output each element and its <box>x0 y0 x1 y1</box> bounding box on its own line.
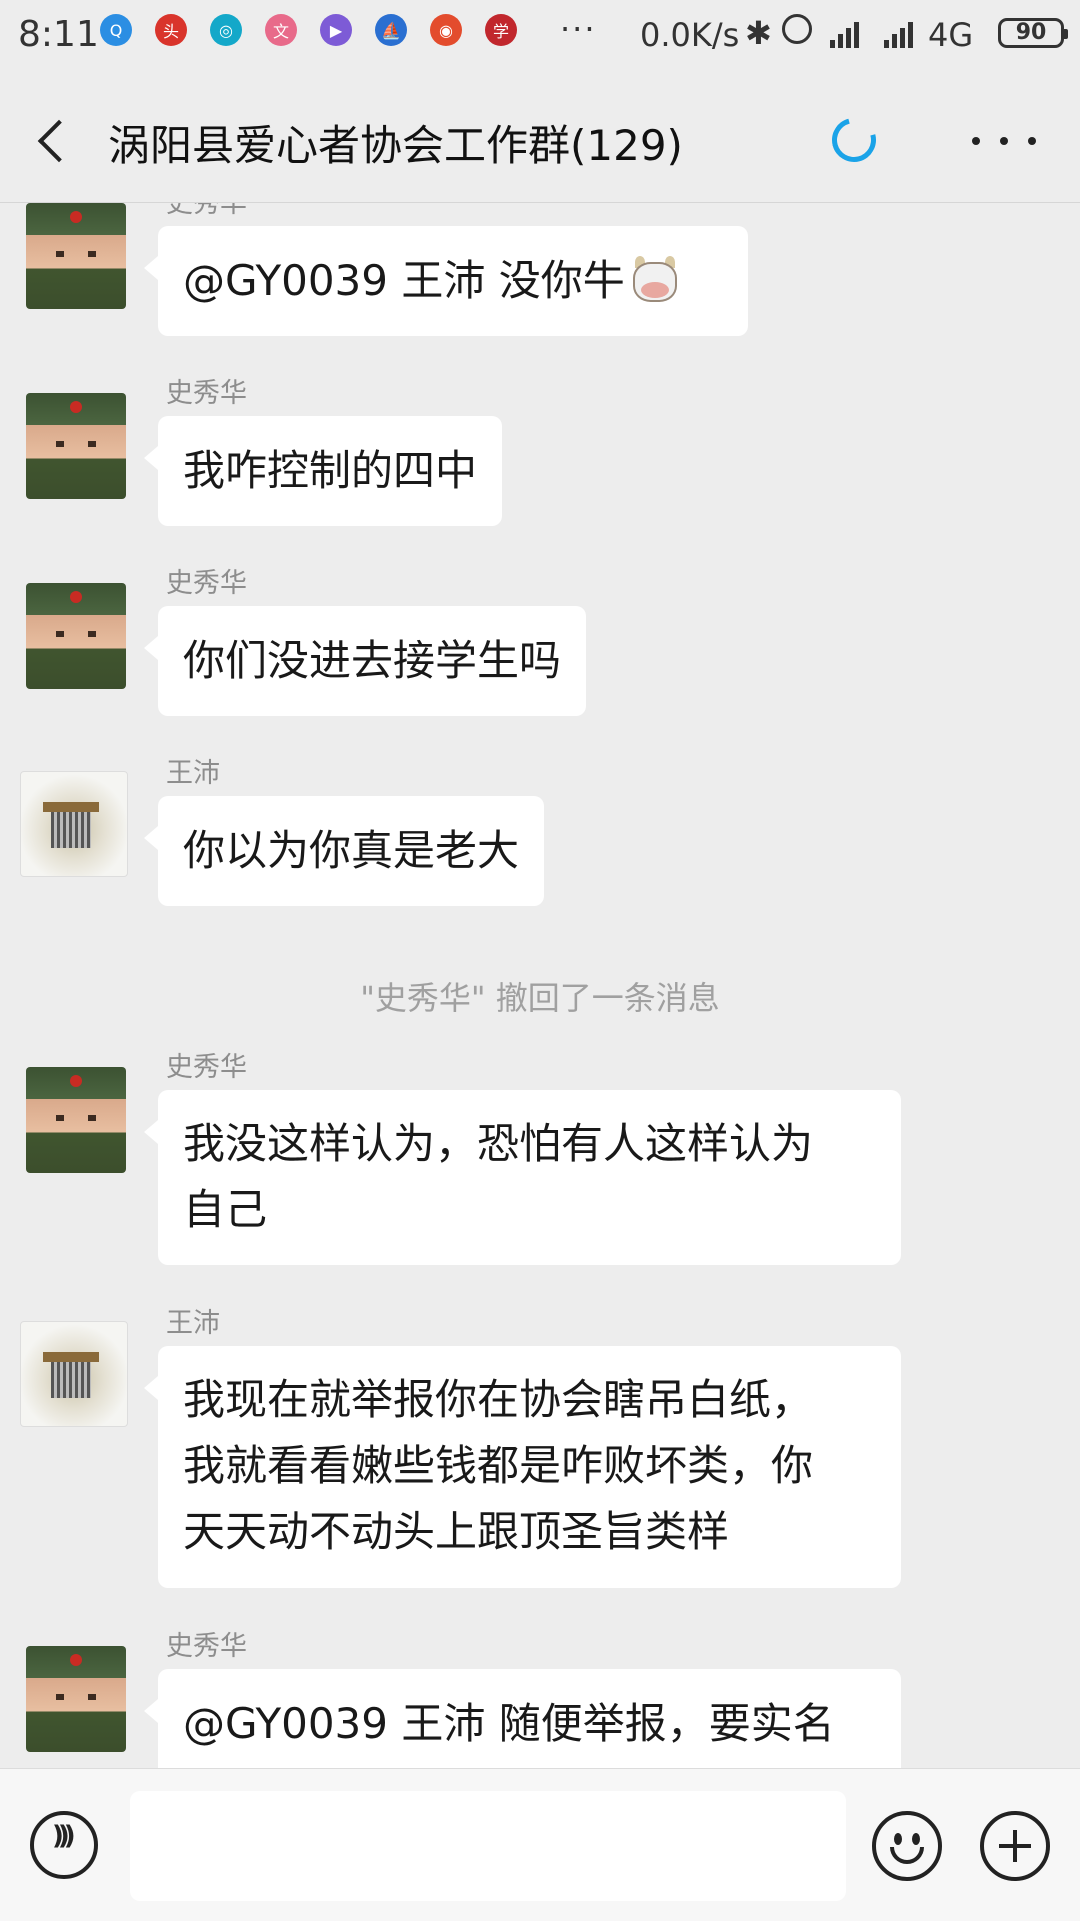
app-purple-icon: ▶ <box>320 14 352 46</box>
avatar[interactable] <box>26 1646 126 1752</box>
input-bar <box>0 1768 1080 1921</box>
message-text-line: 我没这样认为，恐怕有人这样认为 <box>183 1119 814 1168</box>
sender-name: 王沛 <box>166 1308 220 1339</box>
message-bubble[interactable]: 我没这样认为，恐怕有人这样认为 自己 <box>144 1090 901 1265</box>
sender-name: 王沛 <box>166 758 220 789</box>
message-bubble[interactable]: @GY0039 王沛 没你牛 <box>144 226 748 336</box>
status-bar: 8:11 Q 头 ◎ 文 ▶ ⛵ ◉ 学 ··· 0.0K/s ✱ 4G 90 <box>0 0 1080 76</box>
chat-header: 涡阳县爱心者协会工作群(129) <box>0 76 1080 203</box>
avatar[interactable] <box>26 203 126 309</box>
message-text: @GY0039 王沛 随便举报，要实名 <box>183 1699 835 1748</box>
battery-icon: 90 <box>998 18 1068 48</box>
dot <box>1028 137 1036 145</box>
dot <box>972 137 980 145</box>
bluetooth-icon: ✱ <box>745 14 772 52</box>
app-pink-icon: 文 <box>265 14 297 46</box>
emoji-button[interactable] <box>872 1811 942 1881</box>
message-input[interactable] <box>130 1791 846 1901</box>
cow-face-icon <box>629 255 681 304</box>
avatar[interactable] <box>26 583 126 689</box>
message-bubble[interactable]: 你们没进去接学生吗 <box>143 606 587 716</box>
message-text: 你们没进去接学生吗 <box>183 636 562 685</box>
message-text: 你以为你真是老大 <box>183 826 520 875</box>
app-red-icon: 头 <box>155 14 187 46</box>
message-text-line: 我就看看嫩些钱都是咋败坏类，你 <box>183 1441 814 1490</box>
back-button[interactable] <box>30 110 80 170</box>
app-seal-icon: 学 <box>485 14 517 46</box>
signal-icon <box>830 18 862 48</box>
message-text-line: 我现在就举报你在协会瞎吊白纸， <box>183 1375 814 1424</box>
message-bubble[interactable]: 你以为你真是老大 <box>143 796 545 906</box>
sender-name: 史秀华 <box>166 203 247 219</box>
message-text-line: 自己 <box>183 1185 268 1234</box>
loading-spinner-icon <box>823 109 885 171</box>
alarm-icon <box>782 14 812 44</box>
status-time: 8:11 <box>18 14 99 55</box>
message-text: @GY0039 王沛 没你牛 <box>183 256 625 305</box>
avatar[interactable] <box>26 1067 126 1173</box>
sender-name: 史秀华 <box>166 378 247 409</box>
message-bubble[interactable]: 我咋控制的四中 <box>143 416 503 526</box>
more-functions-button[interactable] <box>980 1811 1050 1881</box>
message-bubble[interactable]: @GY0039 王沛 随便举报，要实名 <box>144 1669 901 1768</box>
app-multi-icon: ◉ <box>430 14 462 46</box>
sender-name: 史秀华 <box>166 1631 247 1662</box>
message-bubble[interactable]: 我现在就举报你在协会瞎吊白纸， 我就看看嫩些钱都是咋败坏类，你 天天动不动头上跟… <box>144 1346 901 1588</box>
app-blue-icon: ⛵ <box>375 14 407 46</box>
message-list[interactable]: 史秀华 @GY0039 王沛 没你牛 史秀华 我咋控制的四中 史秀华 你们没进去… <box>0 203 1080 1768</box>
avatar[interactable] <box>20 771 128 877</box>
recall-notice: "史秀华" 撤回了一条消息 <box>360 979 720 1017</box>
signal-icon-2 <box>884 18 916 48</box>
notification-icons: Q 头 ◎ 文 ▶ ⛵ ◉ 学 <box>100 14 540 46</box>
more-notifications-icon: ··· <box>560 10 597 48</box>
network-speed: 0.0K/s <box>640 16 740 54</box>
sender-name: 史秀华 <box>166 568 247 599</box>
dot <box>1000 137 1008 145</box>
chat-title: 涡阳县爱心者协会工作群(129) <box>108 121 683 170</box>
avatar[interactable] <box>26 393 126 499</box>
avatar[interactable] <box>20 1321 128 1427</box>
sender-name: 史秀华 <box>166 1052 247 1083</box>
qq-icon: Q <box>100 14 132 46</box>
network-type: 4G <box>928 16 974 54</box>
message-text: 我咋控制的四中 <box>183 446 478 495</box>
voice-input-button[interactable] <box>30 1811 98 1879</box>
more-options-button[interactable] <box>972 116 1036 166</box>
app-cyan-icon: ◎ <box>210 14 242 46</box>
message-text-line: 天天动不动头上跟顶圣旨类样 <box>183 1507 730 1556</box>
